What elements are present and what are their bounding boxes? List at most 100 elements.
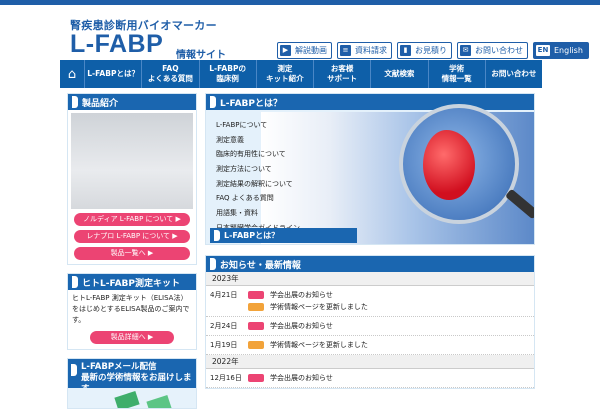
site-header: 腎疾患診断用バイオマーカー L-FABP 情報サイト ▶ 解説動画 ≡ 資料請求… bbox=[0, 5, 600, 61]
nav-item-line: L-FABPの bbox=[209, 64, 246, 73]
news-item[interactable]: 学会出展のお知らせ bbox=[248, 289, 534, 301]
bookmark-icon: ▮ bbox=[400, 45, 411, 56]
pill-label: 製品一覧へ bbox=[110, 249, 146, 257]
news-item-title: 学会出展のお知らせ bbox=[270, 322, 333, 330]
header-tab-marker bbox=[210, 258, 216, 270]
nordia-button[interactable]: ノルディア L-FABP について ▶ bbox=[74, 213, 190, 226]
feature-link[interactable]: FAQ よくある質問 bbox=[216, 191, 326, 206]
news-items: 学術情報ページを更新しました bbox=[248, 339, 534, 351]
feature-link[interactable]: L-FABPについて bbox=[216, 118, 326, 133]
envelope-icon bbox=[114, 390, 140, 408]
nav-item-kits[interactable]: 測定 キット紹介 bbox=[257, 60, 314, 88]
nav-item-about[interactable]: L-FABPとは？ bbox=[85, 60, 143, 88]
elisa-box: ヒトL-FABP測定キット ヒトL-FABP 測定キット（ELISA法）をはじめ… bbox=[67, 273, 197, 350]
nav-item-line: よくある質問 bbox=[147, 74, 193, 83]
news-date: 12月16日 bbox=[210, 374, 242, 382]
feature-link[interactable]: 用語集・資料 bbox=[216, 206, 326, 221]
news-item-title: 学会出展のお知らせ bbox=[270, 374, 333, 382]
nav-item-line: お客様 bbox=[330, 64, 354, 73]
news-row: 4月21日 学会出展のお知らせ学術情報ページを更新しました bbox=[206, 286, 534, 317]
contact-button[interactable]: ✉ お問い合わせ bbox=[457, 42, 528, 59]
news-date: 4月21日 bbox=[210, 291, 238, 299]
feature-title: L-FABPとは？ bbox=[220, 98, 283, 109]
news-year-heading: 2023年 bbox=[206, 272, 534, 286]
main-content: L-FABPとは？ L-FABPについて 測定意義 臨床的有用性について 測定方… bbox=[205, 93, 535, 389]
news-row: 2月24日 学会出展のお知らせ bbox=[206, 317, 534, 336]
news-row: 1月19日 学術情報ページを更新しました bbox=[206, 336, 534, 355]
video-button[interactable]: ▶ 解説動画 bbox=[277, 42, 332, 59]
kidney-image bbox=[423, 130, 475, 200]
nav-item-academic[interactable]: 学術 情報一覧 bbox=[429, 60, 486, 88]
news-item[interactable]: 学会出展のお知らせ bbox=[248, 372, 534, 384]
news-item[interactable]: 学術情報ページを更新しました bbox=[248, 339, 534, 351]
news-title: お知らせ・最新情報 bbox=[220, 260, 301, 271]
nav-item-line: 学術 bbox=[449, 64, 465, 73]
feature-bottom-bar-label: L-FABPとは？ bbox=[224, 231, 280, 240]
feature-bottom-bar[interactable]: L-FABPとは？ bbox=[210, 228, 357, 243]
feature-link[interactable]: 測定結果の解釈について bbox=[216, 177, 326, 192]
mail-delivery-header: L-FABPメール配信 最新の学術情報をお届けします bbox=[68, 359, 196, 394]
elisa-description: ヒトL-FABP 測定キット（ELISA法）をはじめとするELISA製品のご案内… bbox=[72, 294, 190, 324]
home-icon[interactable]: ⌂ bbox=[60, 60, 85, 88]
product-list-button[interactable]: 製品一覧へ ▶ bbox=[74, 247, 190, 260]
document-icon: ≡ bbox=[340, 45, 351, 56]
english-button[interactable]: EN English bbox=[533, 42, 589, 59]
sidebar: 製品紹介 ノルディア L-FABP について ▶ レナプロ L-FABP につい… bbox=[67, 93, 197, 417]
nav-item-faq[interactable]: FAQ よくある質問 bbox=[142, 60, 200, 88]
news-header: お知らせ・最新情報 bbox=[206, 256, 534, 272]
feature-header: L-FABPとは？ bbox=[206, 94, 534, 110]
nav-item-line: 臨床例 bbox=[216, 74, 239, 83]
about-feature-panel: L-FABPとは？ L-FABPについて 測定意義 臨床的有用性について 測定方… bbox=[205, 93, 535, 245]
product-image bbox=[71, 113, 193, 209]
en-icon: EN bbox=[536, 45, 550, 56]
renapro-button[interactable]: レナプロ L-FABP について ▶ bbox=[74, 230, 190, 243]
nav-item-literature[interactable]: 文献検索 bbox=[371, 60, 429, 88]
site-logo[interactable]: L-FABP bbox=[70, 30, 163, 59]
pill-label: レナプロ L-FABP について bbox=[86, 232, 171, 240]
news-item[interactable]: 学会出展のお知らせ bbox=[248, 320, 534, 332]
magnifier-lens-image bbox=[399, 104, 519, 224]
feature-link-list: L-FABPについて 測定意義 臨床的有用性について 測定方法について 測定結果… bbox=[216, 118, 326, 236]
elisa-detail-button[interactable]: 製品詳細へ ▶ bbox=[90, 331, 174, 344]
nav-item-clinical[interactable]: L-FABPの 臨床例 bbox=[200, 60, 257, 88]
english-button-label: English bbox=[554, 46, 583, 55]
news-items: 学会出展のお知らせ bbox=[248, 320, 534, 332]
nav-item-contact[interactable]: お問い合わせ bbox=[486, 60, 542, 88]
feature-link[interactable]: 臨床的有用性について bbox=[216, 147, 326, 162]
feature-link[interactable]: 測定方法について bbox=[216, 162, 326, 177]
header-tab-marker bbox=[214, 230, 220, 241]
quote-button-label: お見積り bbox=[415, 46, 447, 55]
header-button-group: ▶ 解説動画 ≡ 資料請求 ▮ お見積り ✉ お問い合わせ EN English bbox=[277, 42, 589, 59]
request-docs-button[interactable]: ≡ 資料請求 bbox=[337, 42, 392, 59]
nav-item-line: キット紹介 bbox=[266, 74, 304, 83]
news-date: 2月24日 bbox=[210, 322, 238, 330]
header-tab-marker bbox=[210, 96, 216, 108]
news-date: 1月19日 bbox=[210, 341, 238, 349]
feature-link[interactable]: 測定意義 bbox=[216, 133, 326, 148]
news-year-heading: 2022年 bbox=[206, 355, 534, 369]
pill-label: 製品詳細へ bbox=[110, 333, 146, 341]
news-item-title: 学術情報ページを更新しました bbox=[270, 341, 368, 349]
news-item-title: 学術情報ページを更新しました bbox=[270, 303, 368, 311]
video-button-label: 解説動画 bbox=[295, 46, 327, 55]
mail-image bbox=[68, 388, 196, 408]
quote-button[interactable]: ▮ お見積り bbox=[397, 42, 452, 59]
news-item[interactable]: 学術情報ページを更新しました bbox=[248, 301, 534, 313]
mail-icon: ✉ bbox=[460, 45, 471, 56]
mail-delivery-box[interactable]: L-FABPメール配信 最新の学術情報をお届けします bbox=[67, 358, 197, 409]
nav-item-line: 文献検索 bbox=[384, 69, 415, 78]
pill-label: ノルディア L-FABP について bbox=[83, 215, 174, 223]
nav-item-support[interactable]: お客様 サポート bbox=[314, 60, 372, 88]
nav-item-line: お問い合わせ bbox=[491, 69, 537, 78]
contact-button-label: お問い合わせ bbox=[475, 46, 523, 55]
envelope-icon bbox=[146, 394, 172, 408]
header-tab-marker bbox=[72, 96, 78, 108]
news-row: 12月16日 学会出展のお知らせ bbox=[206, 369, 534, 388]
nav-item-line: 情報一覧 bbox=[441, 74, 472, 83]
news-list: 2023年 4月21日 学会出展のお知らせ 学術情報ページを更新しました 2月24日 学会… bbox=[206, 272, 534, 388]
site-logo-subtitle: 情報サイト bbox=[176, 50, 226, 61]
play-icon: ▶ bbox=[280, 45, 291, 56]
product-intro-box: 製品紹介 ノルディア L-FABP について ▶ レナプロ L-FABP につい… bbox=[67, 93, 197, 265]
elisa-title: ヒトL-FABP測定キット bbox=[82, 278, 181, 289]
news-panel: お知らせ・最新情報 2023年 4月21日 学会出展のお知らせ 学術情報ページを更新し… bbox=[205, 255, 535, 389]
